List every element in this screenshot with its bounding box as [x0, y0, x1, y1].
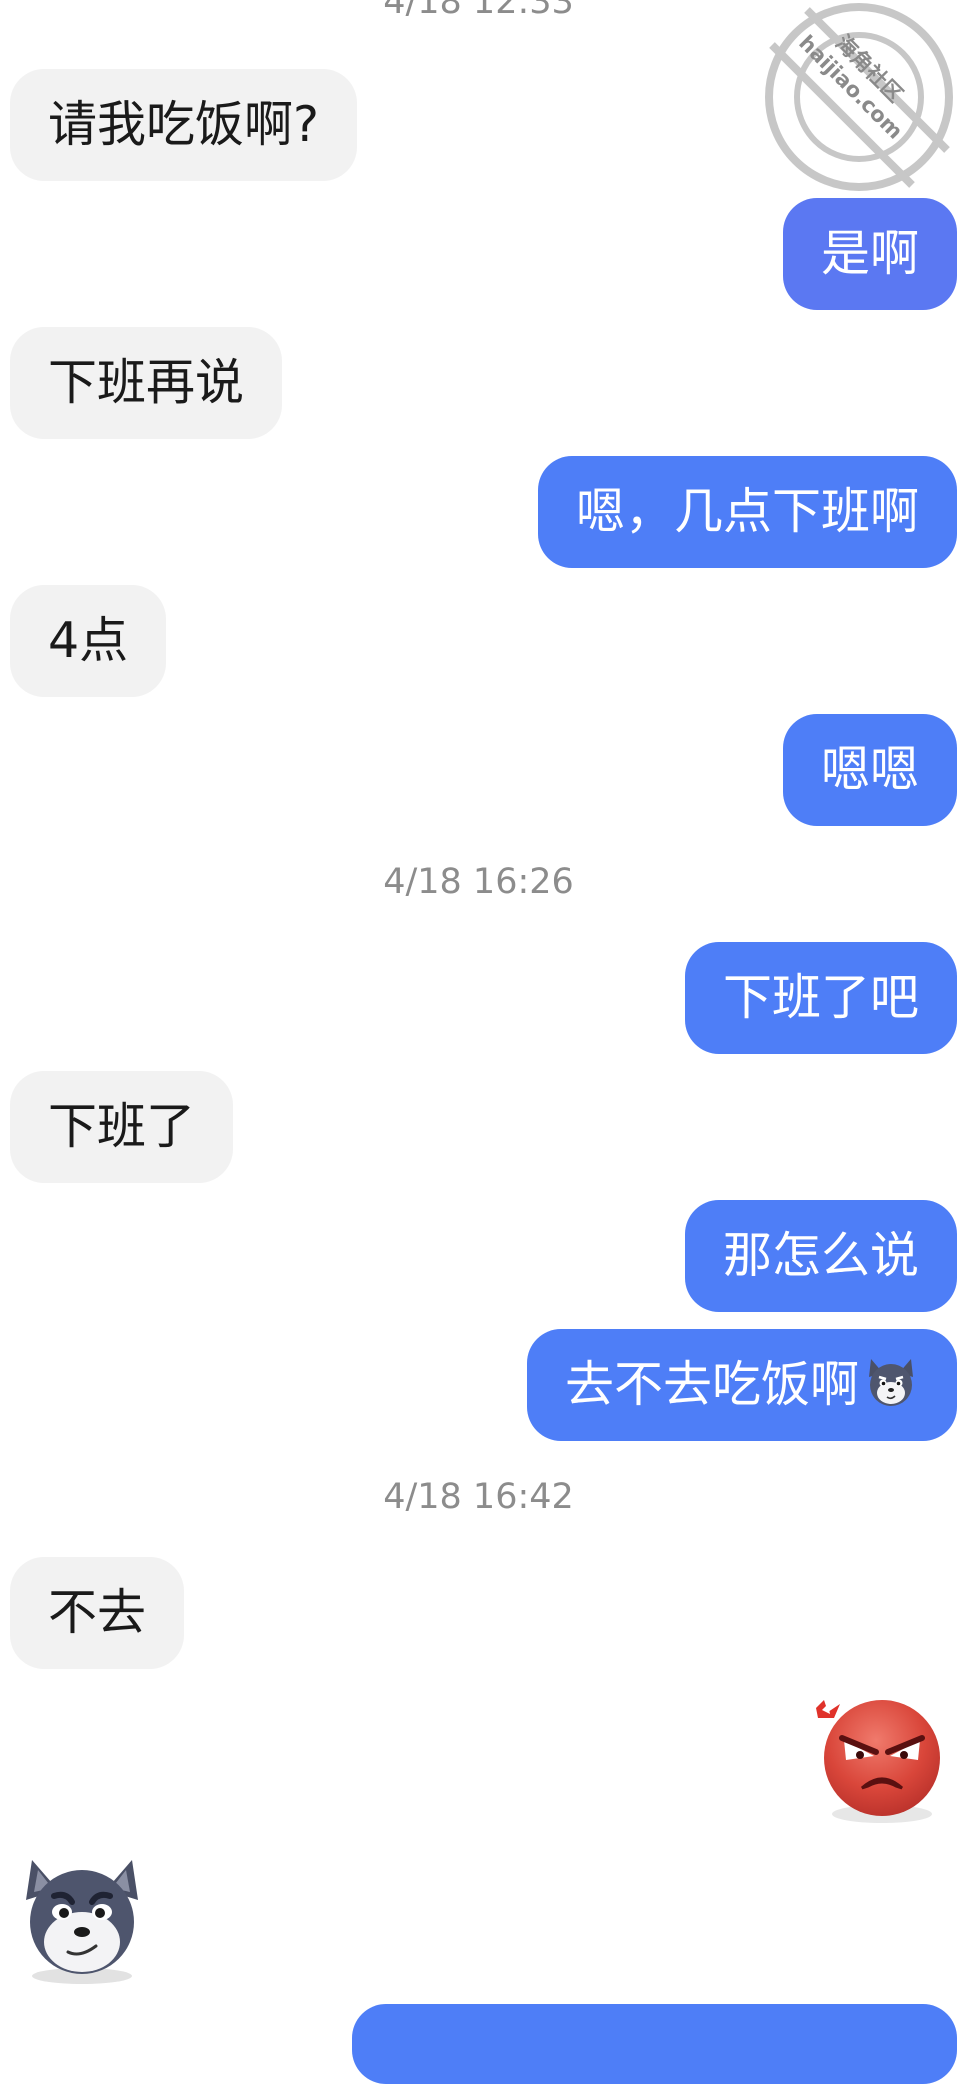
incoming-message[interactable]: 下班了 [10, 1071, 234, 1183]
incoming-message[interactable]: 下班再说 [10, 327, 283, 439]
timestamp: 4/18 16:26 [383, 862, 574, 902]
incoming-message[interactable]: 不去 [10, 1557, 185, 1669]
outgoing-message[interactable]: 是啊 [782, 198, 957, 310]
outgoing-message[interactable]: 那怎么说 [684, 1200, 957, 1312]
incoming-message[interactable]: 4点 [10, 585, 167, 697]
husky-face-icon [869, 1359, 913, 1406]
timestamp: 4/18 16:42 [383, 1477, 574, 1517]
outgoing-message[interactable]: 嗯，几点下班啊 [537, 456, 957, 568]
outgoing-message[interactable]: 下班了吧 [684, 942, 957, 1054]
incoming-message[interactable]: 请我吃饭啊? [10, 69, 358, 181]
outgoing-message-partial[interactable] [352, 2004, 957, 2084]
outgoing-message[interactable]: 去不去吃饭啊 [526, 1329, 957, 1441]
message-text: 去不去吃饭啊 [564, 1356, 859, 1413]
outgoing-message[interactable]: 嗯嗯 [782, 714, 957, 826]
smirking-husky-sticker[interactable] [14, 1848, 154, 1988]
angry-red-face-sticker[interactable] [808, 1690, 950, 1828]
